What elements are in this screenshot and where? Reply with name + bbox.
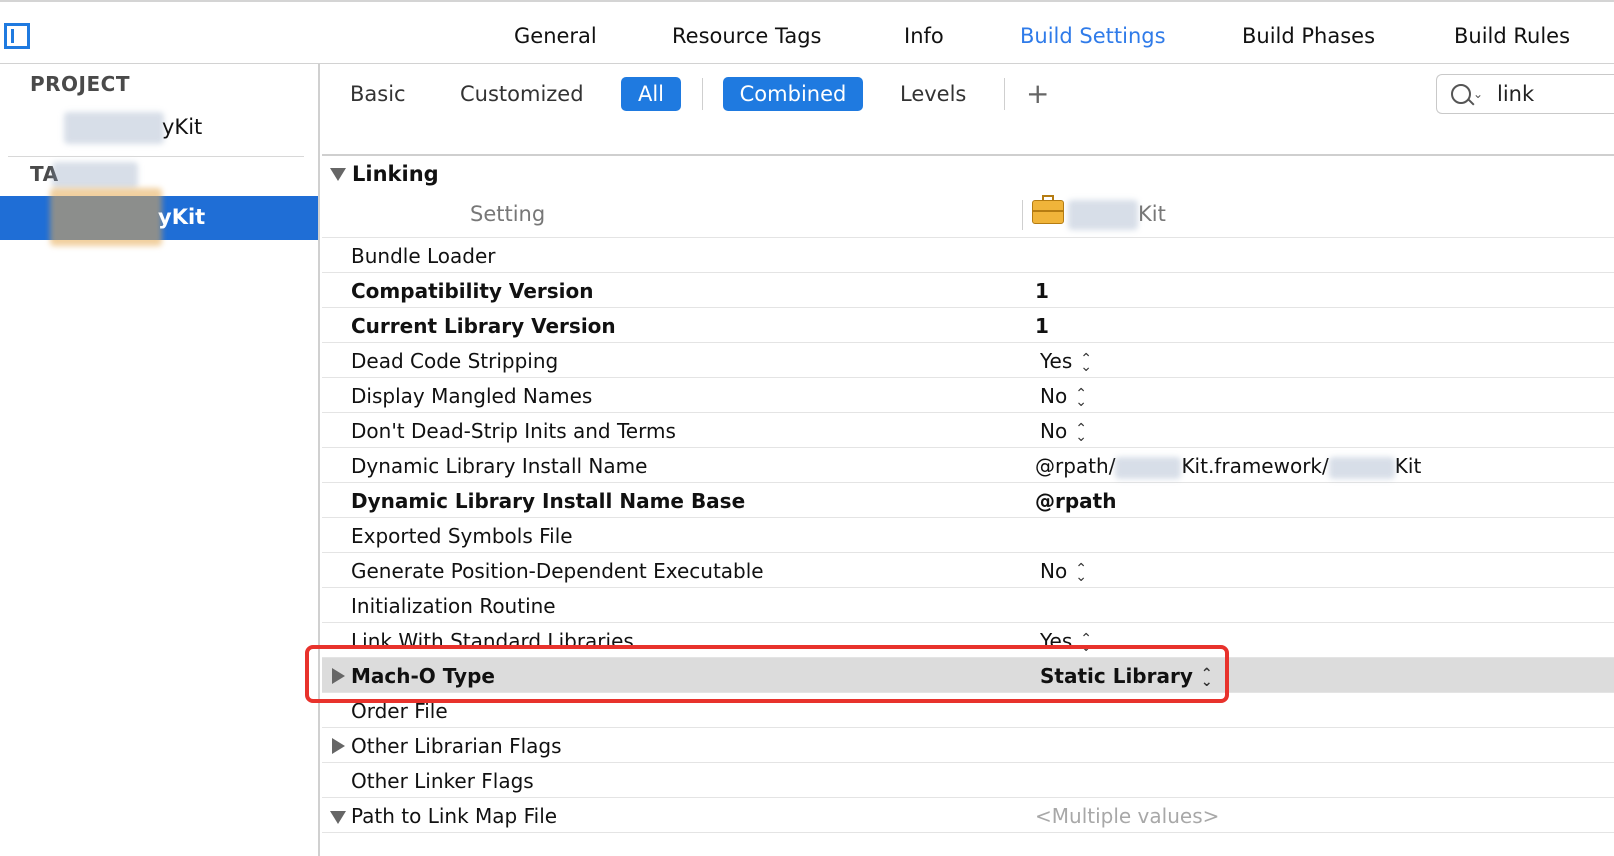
setting-name: Don't Dead-Strip Inits and Terms bbox=[351, 419, 676, 443]
redacted-text bbox=[1328, 456, 1395, 479]
setting-value-popup[interactable]: No ⌃ ⌄ bbox=[1040, 384, 1087, 410]
redacted-target-icon bbox=[50, 188, 162, 246]
up-down-arrows-icon: ⌃ ⌄ bbox=[1075, 420, 1087, 445]
target-item-label: yKit bbox=[158, 205, 206, 229]
editor-tab-bar: General Resource Tags Info Build Setting… bbox=[0, 0, 1614, 64]
target-item[interactable]: yKit bbox=[0, 188, 318, 246]
build-settings-filter-bar: Basic Customized All Combined Levels + ⌄ bbox=[322, 64, 1614, 124]
setting-name: Path to Link Map File bbox=[351, 804, 558, 828]
filter-all-button[interactable]: All bbox=[621, 77, 681, 111]
filter-combined-button[interactable]: Combined bbox=[723, 77, 863, 111]
setting-value[interactable]: 1 bbox=[1035, 279, 1049, 303]
up-down-arrows-icon: ⌃ ⌄ bbox=[1075, 560, 1087, 585]
up-down-arrows-icon: ⌃ ⌄ bbox=[1080, 350, 1093, 375]
setting-value: Yes bbox=[1040, 349, 1073, 373]
setting-name: Other Librarian Flags bbox=[351, 734, 562, 758]
setting-name: Initialization Routine bbox=[351, 594, 556, 618]
tab-resource-tags[interactable]: Resource Tags bbox=[672, 24, 821, 48]
disclosure-triangle-closed-icon[interactable] bbox=[332, 738, 345, 754]
setting-row-dead-code-stripping[interactable]: Dead Code Stripping Yes ⌃ ⌄ bbox=[322, 343, 1614, 378]
section-title-linking[interactable]: Linking bbox=[352, 162, 439, 186]
setting-name: Dynamic Library Install Name Base bbox=[351, 489, 746, 513]
search-icon bbox=[1451, 84, 1471, 104]
redacted-text bbox=[1115, 456, 1182, 479]
setting-value: No bbox=[1040, 559, 1068, 583]
project-navigator: PROJECT yKit TA yKit bbox=[0, 64, 320, 856]
filter-levels-button[interactable]: Levels bbox=[900, 77, 966, 111]
chevron-down-icon: ⌄ bbox=[1473, 87, 1484, 101]
setting-row-initialization-routine[interactable]: Initialization Routine bbox=[322, 588, 1614, 623]
up-down-arrows-icon: ⌃ ⌄ bbox=[1075, 385, 1087, 410]
setting-value[interactable]: 1 bbox=[1035, 314, 1049, 338]
settings-divider bbox=[322, 154, 1614, 156]
project-header: PROJECT bbox=[30, 72, 130, 96]
setting-row-other-librarian-flags[interactable]: Other Librarian Flags bbox=[322, 728, 1614, 763]
setting-value-popup[interactable]: Yes ⌃ ⌄ bbox=[1040, 349, 1093, 375]
setting-name: Current Library Version bbox=[351, 314, 616, 338]
setting-value-popup[interactable]: No ⌃ ⌄ bbox=[1040, 419, 1087, 445]
redacted-target-name bbox=[1068, 200, 1138, 230]
setting-value[interactable]: <Multiple values> bbox=[1035, 804, 1219, 828]
setting-value-part: Kit bbox=[1394, 454, 1422, 478]
search-field[interactable]: ⌄ bbox=[1436, 74, 1614, 114]
tab-info[interactable]: Info bbox=[904, 24, 944, 48]
setting-name: Exported Symbols File bbox=[351, 524, 573, 548]
setting-name: Display Mangled Names bbox=[351, 384, 593, 408]
filter-customized-button[interactable]: Customized bbox=[460, 77, 584, 111]
setting-name: Generate Position-Dependent Executable bbox=[351, 559, 764, 583]
disclosure-triangle-open-icon[interactable] bbox=[330, 811, 346, 824]
column-header-setting[interactable]: Setting bbox=[470, 202, 545, 226]
tab-build-rules[interactable]: Build Rules bbox=[1454, 24, 1570, 48]
setting-value[interactable]: @rpath/Kit.framework/Kit bbox=[1035, 454, 1421, 479]
highlight-callout-box bbox=[305, 645, 1229, 703]
setting-row-display-mangled-names[interactable]: Display Mangled Names No ⌃ ⌄ bbox=[322, 378, 1614, 413]
column-header-target[interactable]: Kit bbox=[1138, 202, 1166, 226]
project-item[interactable]: yKit bbox=[0, 106, 318, 150]
setting-row-path-to-link-map-file[interactable]: Path to Link Map File <Multiple values> bbox=[322, 798, 1614, 833]
setting-row-bundle-loader[interactable]: Bundle Loader bbox=[322, 238, 1614, 273]
disclosure-triangle-open-icon[interactable] bbox=[330, 168, 346, 181]
filter-separator bbox=[702, 78, 703, 110]
setting-row-dynamic-library-install-name[interactable]: Dynamic Library Install Name @rpath/Kit.… bbox=[322, 448, 1614, 483]
setting-value: No bbox=[1040, 419, 1068, 443]
setting-value-part: @rpath/ bbox=[1035, 454, 1116, 478]
setting-row-dynamic-library-install-name-base[interactable]: Dynamic Library Install Name Base @rpath bbox=[322, 483, 1614, 518]
filter-separator bbox=[1004, 78, 1005, 110]
redacted-targets-header bbox=[52, 162, 138, 188]
build-settings-table: Linking Setting Kit Bundle Loader Compat… bbox=[322, 124, 1614, 856]
setting-row-compatibility-version[interactable]: Compatibility Version 1 bbox=[322, 273, 1614, 308]
redacted-project-icon bbox=[64, 112, 164, 144]
target-briefcase-icon bbox=[1032, 195, 1064, 224]
setting-row-other-linker-flags[interactable]: Other Linker Flags bbox=[322, 763, 1614, 798]
column-separator bbox=[1022, 200, 1023, 230]
setting-value[interactable]: @rpath bbox=[1035, 489, 1116, 513]
tab-general[interactable]: General bbox=[514, 24, 597, 48]
setting-row-position-dependent-executable[interactable]: Generate Position-Dependent Executable N… bbox=[322, 553, 1614, 588]
setting-row-current-library-version[interactable]: Current Library Version 1 bbox=[322, 308, 1614, 343]
setting-value: No bbox=[1040, 384, 1068, 408]
setting-name: Dead Code Stripping bbox=[351, 349, 559, 373]
filter-basic-button[interactable]: Basic bbox=[350, 77, 406, 111]
setting-row-exported-symbols-file[interactable]: Exported Symbols File bbox=[322, 518, 1614, 553]
project-item-label: yKit bbox=[162, 115, 203, 139]
setting-row-dead-strip-inits[interactable]: Don't Dead-Strip Inits and Terms No ⌃ ⌄ bbox=[322, 413, 1614, 448]
setting-value-popup[interactable]: No ⌃ ⌄ bbox=[1040, 559, 1087, 585]
setting-name: Bundle Loader bbox=[351, 244, 496, 268]
sidebar-toggle-icon[interactable] bbox=[4, 23, 30, 49]
setting-name: Dynamic Library Install Name bbox=[351, 454, 648, 478]
setting-value-part: Kit.framework/ bbox=[1181, 454, 1329, 478]
add-setting-button[interactable]: + bbox=[1026, 77, 1049, 111]
setting-name: Other Linker Flags bbox=[351, 769, 534, 793]
sidebar-divider bbox=[8, 156, 304, 157]
tab-build-settings[interactable]: Build Settings bbox=[1020, 24, 1166, 48]
search-input[interactable] bbox=[1495, 81, 1614, 107]
setting-name: Compatibility Version bbox=[351, 279, 594, 303]
tab-build-phases[interactable]: Build Phases bbox=[1242, 24, 1375, 48]
